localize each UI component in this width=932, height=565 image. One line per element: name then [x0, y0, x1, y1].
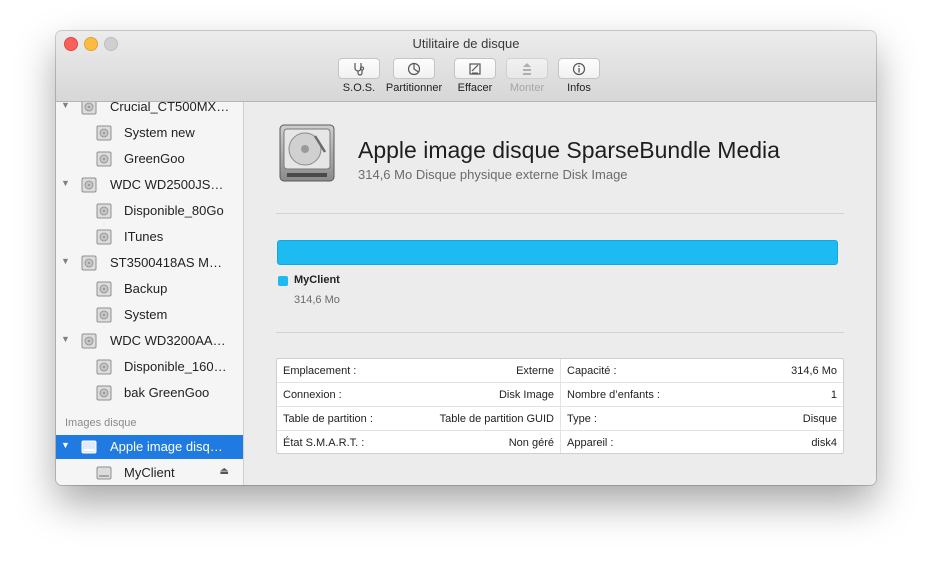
window-title: Utilitaire de disque — [412, 36, 520, 51]
stethoscope-icon — [354, 62, 365, 76]
sidebar-item-label: MyClient — [124, 465, 175, 480]
info-row: Capacité : 314,6 Mo — [561, 359, 843, 383]
info-key: Emplacement : — [283, 365, 357, 377]
legend-volume-size: 314,6 Mo — [294, 294, 340, 306]
sidebar-item-label: System new — [124, 125, 195, 140]
sidebar-volume-row[interactable]: GreenGoo — [56, 147, 243, 171]
sidebar-disk-row[interactable]: ▼ WDC WD2500JS… — [56, 173, 243, 197]
disk-image-icon — [81, 438, 97, 455]
info-row: Type : Disque — [561, 407, 843, 431]
info-icon — [572, 62, 586, 75]
sidebar-volume-row[interactable]: ITunes — [56, 225, 243, 249]
info-value: 314,6 Mo — [791, 365, 837, 377]
hard-disk-icon — [81, 332, 97, 349]
sidebar-item-label: Disponible_80Go — [124, 203, 224, 218]
info-key: Type : — [567, 413, 597, 425]
sidebar-item-label: Disponible_160… — [124, 359, 227, 374]
volume-icon — [96, 150, 112, 167]
info-button[interactable]: Infos — [544, 58, 614, 94]
legend-volume-name: MyClient — [294, 274, 340, 286]
legend-color-swatch — [278, 276, 288, 286]
hard-disk-icon — [81, 176, 97, 193]
info-row: Connexion : Disk Image — [277, 383, 560, 407]
hard-disk-icon — [81, 254, 97, 271]
detail-pane: Apple image disque SparseBundle Media 31… — [244, 102, 876, 485]
sidebar-item-label: bak GreenGoo — [124, 385, 210, 400]
info-row: État S.M.A.R.T. : Non géré — [277, 431, 560, 455]
titlebar: Utilitaire de disque S.O.S. Partitionner — [56, 31, 876, 102]
disclosure-triangle-icon[interactable]: ▼ — [61, 334, 70, 344]
volume-icon — [96, 202, 112, 219]
sidebar-item-label: Apple image disq… — [110, 439, 223, 454]
volume-icon — [96, 280, 112, 297]
sidebar-image-volume-row[interactable]: MyClient ⏏ — [56, 461, 243, 485]
sidebar-item-label: System — [124, 307, 168, 322]
sidebar-disk-row[interactable]: ▼ Crucial_CT500MX… — [56, 102, 243, 119]
info-value: disk4 — [811, 437, 837, 449]
pie-partition-icon — [407, 62, 421, 75]
volume-icon — [96, 228, 112, 245]
sidebar-volume-row[interactable]: System — [56, 303, 243, 327]
disk-utility-window: Utilitaire de disque S.O.S. Partitionner — [56, 31, 876, 485]
info-table: Emplacement : Externe Connexion : Disk I… — [276, 358, 844, 454]
hard-disk-icon — [81, 102, 97, 115]
partition-label: Partitionner — [385, 82, 443, 94]
info-value: Externe — [516, 365, 554, 377]
info-value: Disque — [802, 413, 837, 425]
info-row: Emplacement : Externe — [277, 359, 560, 383]
info-key: Nombre d’enfants : — [567, 389, 660, 401]
disclosure-triangle-icon[interactable]: ▼ — [61, 440, 70, 450]
info-key: État S.M.A.R.T. : — [283, 437, 365, 449]
sidebar-image-row-selected[interactable]: ▼ Apple image disq… — [56, 435, 243, 459]
info-value: 1 — [830, 389, 837, 401]
sidebar-volume-row[interactable]: Disponible_80Go — [56, 199, 243, 223]
sidebar-disk-row[interactable]: ▼ WDC WD3200AA… — [56, 329, 243, 353]
sidebar-volume-row[interactable]: Disponible_160… — [56, 355, 243, 379]
volume-icon — [96, 464, 112, 481]
disk-subtitle: 314,6 Mo Disque physique externe Disk Im… — [358, 167, 628, 182]
volume-icon — [96, 384, 112, 401]
eject-icon[interactable]: ⏏ — [220, 466, 229, 477]
section-header-images: Images disque — [65, 417, 137, 429]
mount-icon — [523, 62, 531, 75]
volume-icon — [96, 358, 112, 375]
info-value: Disk Image — [498, 389, 554, 401]
info-label: Infos — [567, 82, 591, 94]
info-row: Appareil : disk4 — [561, 431, 843, 455]
sidebar-item-label: ITunes — [124, 229, 164, 244]
info-row: Table de partition : Table de partition … — [277, 407, 560, 431]
disclosure-triangle-icon[interactable]: ▼ — [61, 178, 70, 188]
info-row: Nombre d’enfants : 1 — [561, 383, 843, 407]
page-title: Apple image disque SparseBundle Media — [358, 137, 780, 163]
info-value: Table de partition GUID — [439, 413, 554, 425]
sidebar-item-label: ST3500418AS M… — [110, 255, 223, 270]
partition-button[interactable]: Partitionner — [379, 58, 449, 94]
sidebar-item-label: WDC WD2500JS… — [110, 177, 224, 192]
sidebar-volume-row[interactable]: Backup — [56, 277, 243, 301]
divider — [276, 213, 844, 214]
info-key: Capacité : — [567, 365, 617, 377]
info-value: Non géré — [508, 437, 554, 449]
erase-icon — [469, 62, 481, 75]
disk-image-large-icon — [277, 122, 337, 189]
info-key: Appareil : — [567, 437, 614, 449]
sidebar: ▼ Crucial_CT500MX… System new GreenGoo ▼… — [56, 102, 244, 485]
sidebar-volume-row[interactable]: System new — [56, 121, 243, 145]
volume-icon — [96, 124, 112, 141]
volume-icon — [96, 306, 112, 323]
info-key: Connexion : — [283, 389, 342, 401]
sidebar-item-label: Backup — [124, 281, 168, 296]
sidebar-item-label: GreenGoo — [124, 151, 185, 166]
sidebar-item-label: Crucial_CT500MX… — [110, 102, 230, 114]
sidebar-disk-row[interactable]: ▼ ST3500418AS M… — [56, 251, 243, 275]
disclosure-triangle-icon[interactable]: ▼ — [61, 102, 70, 110]
usage-bar — [277, 240, 838, 265]
sidebar-volume-row[interactable]: bak GreenGoo — [56, 381, 243, 405]
disclosure-triangle-icon[interactable]: ▼ — [61, 256, 70, 266]
info-key: Table de partition : — [283, 413, 373, 425]
divider — [276, 332, 844, 333]
sidebar-item-label: WDC WD3200AA… — [110, 333, 226, 348]
